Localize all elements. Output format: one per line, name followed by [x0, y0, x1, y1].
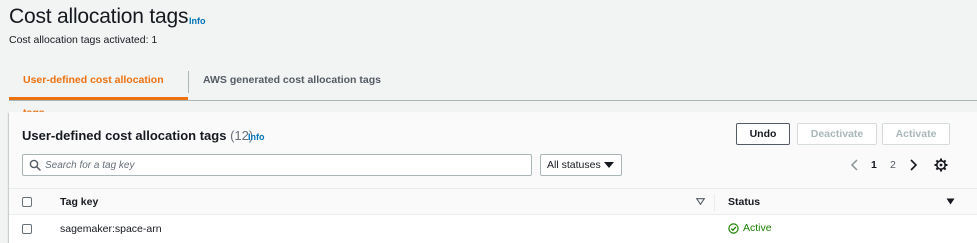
page-1[interactable]: 1 — [871, 156, 877, 174]
tab-bar: User-defined cost allocation tags AWS ge… — [9, 64, 977, 119]
activate-button[interactable]: Activate — [882, 123, 950, 145]
title-info-link[interactable]: Info — [189, 16, 206, 26]
table-header: Tag key Status — [9, 188, 977, 215]
chevron-right-icon[interactable] — [908, 156, 918, 174]
undo-button[interactable]: Undo — [736, 123, 790, 145]
gear-icon[interactable] — [934, 158, 948, 172]
search-box[interactable] — [22, 154, 532, 176]
chevron-left-icon[interactable] — [850, 156, 860, 174]
tab-aws-generated[interactable]: AWS generated cost allocation tags — [189, 64, 395, 100]
caret-down-icon — [604, 162, 614, 168]
tab-user-defined[interactable]: User-defined cost allocation tags — [9, 64, 188, 119]
select-all-checkbox[interactable] — [22, 197, 32, 207]
status-filter-value: All statuses — [547, 159, 601, 171]
search-icon — [29, 159, 41, 171]
status-filter-select[interactable]: All statuses — [540, 154, 622, 176]
search-input[interactable] — [45, 155, 525, 175]
deactivate-button[interactable]: Deactivate — [797, 123, 877, 145]
page-title: Cost allocation tags — [9, 5, 189, 28]
panel-title-text: User-defined cost allocation tags — [22, 128, 227, 143]
panel-header: User-defined cost allocation tags (12) I… — [9, 112, 977, 188]
caret-down-icon[interactable] — [946, 198, 955, 205]
column-header-tag-key[interactable]: Tag key — [60, 196, 98, 208]
table-row[interactable]: sagemaker:space-arn Active — [9, 215, 977, 243]
column-separator — [714, 194, 715, 211]
row-checkbox[interactable] — [22, 224, 32, 234]
panel-title: User-defined cost allocation tags (12) — [22, 128, 253, 143]
column-header-status[interactable]: Status — [728, 196, 760, 208]
tag-key-cell: sagemaker:space-arn — [60, 223, 162, 235]
page-2[interactable]: 2 — [890, 156, 896, 174]
sort-icon[interactable] — [696, 198, 705, 205]
check-circle-icon — [728, 222, 739, 234]
status-cell: Active — [728, 222, 772, 234]
panel-info-link[interactable]: Info — [248, 132, 265, 142]
status-text: Active — [743, 222, 772, 234]
tags-activated-count: Cost allocation tags activated: 1 — [9, 34, 158, 46]
tags-panel: User-defined cost allocation tags (12) I… — [9, 112, 977, 243]
